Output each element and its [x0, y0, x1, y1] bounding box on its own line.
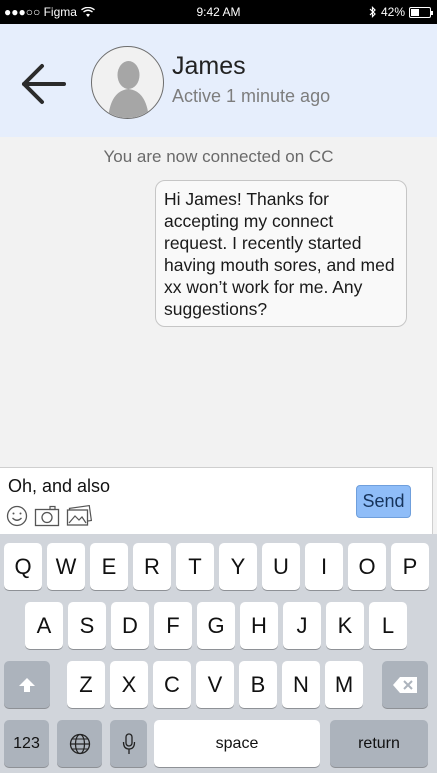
shift-icon [19, 677, 35, 692]
chat-header: James Active 1 minute ago [0, 24, 437, 137]
back-arrow-icon[interactable] [18, 62, 70, 106]
contact-name: James [172, 52, 246, 80]
chat-area: You are now connected on CC Hi James! Th… [0, 137, 437, 467]
message-composer: Oh, and also Send [0, 467, 433, 534]
space-key[interactable]: space [154, 720, 320, 767]
key-d[interactable]: D [111, 602, 149, 649]
gallery-icon[interactable] [66, 505, 92, 527]
key-i[interactable]: I [305, 543, 343, 590]
key-s[interactable]: S [68, 602, 106, 649]
battery-icon [409, 6, 433, 18]
key-y[interactable]: Y [219, 543, 257, 590]
key-q[interactable]: Q [4, 543, 42, 590]
key-e[interactable]: E [90, 543, 128, 590]
bluetooth-icon [369, 6, 376, 18]
person-silhouette-icon [108, 61, 149, 118]
key-l[interactable]: L [369, 602, 407, 649]
microphone-icon [122, 732, 135, 754]
return-key[interactable]: return [330, 720, 428, 767]
avatar[interactable] [91, 46, 164, 119]
battery-percent: 42% [380, 5, 405, 19]
key-n[interactable]: N [282, 661, 320, 708]
key-t[interactable]: T [176, 543, 214, 590]
microphone-key[interactable] [110, 720, 147, 767]
key-h[interactable]: H [240, 602, 278, 649]
attachment-icons [6, 505, 92, 527]
key-x[interactable]: X [110, 661, 148, 708]
key-k[interactable]: K [326, 602, 364, 649]
contact-status: Active 1 minute ago [172, 86, 331, 106]
numbers-key[interactable]: 123 [4, 720, 49, 767]
key-u[interactable]: U [262, 543, 300, 590]
globe-icon [69, 733, 90, 754]
key-m[interactable]: M [325, 661, 363, 708]
key-b[interactable]: B [239, 661, 277, 708]
message-input[interactable]: Oh, and also [8, 476, 110, 497]
key-g[interactable]: G [197, 602, 235, 649]
key-a[interactable]: A [25, 602, 63, 649]
key-f[interactable]: F [154, 602, 192, 649]
key-p[interactable]: P [391, 543, 429, 590]
backspace-icon [393, 676, 417, 693]
key-c[interactable]: C [153, 661, 191, 708]
shift-key[interactable] [4, 661, 50, 708]
backspace-key[interactable] [382, 661, 428, 708]
globe-key[interactable] [57, 720, 102, 767]
connection-notice: You are now connected on CC [103, 147, 334, 166]
keyboard: Q W E R T Y U I O P A S D F G H J K L Z X C V B N M 123 space return [0, 534, 437, 773]
key-w[interactable]: W [47, 543, 85, 590]
key-j[interactable]: J [283, 602, 321, 649]
key-z[interactable]: Z [67, 661, 105, 708]
emoji-icon[interactable] [6, 505, 28, 527]
key-v[interactable]: V [196, 661, 234, 708]
outgoing-message-bubble: Hi James! Thanks for accepting my connec… [155, 180, 407, 327]
status-right: 42% [369, 5, 433, 19]
camera-icon[interactable] [34, 505, 60, 527]
status-bar: ●●●○○ Figma 9:42 AM 42% [0, 0, 437, 24]
key-r[interactable]: R [133, 543, 171, 590]
battery-fill [411, 8, 419, 16]
key-o[interactable]: O [348, 543, 386, 590]
send-button[interactable]: Send [356, 485, 411, 518]
